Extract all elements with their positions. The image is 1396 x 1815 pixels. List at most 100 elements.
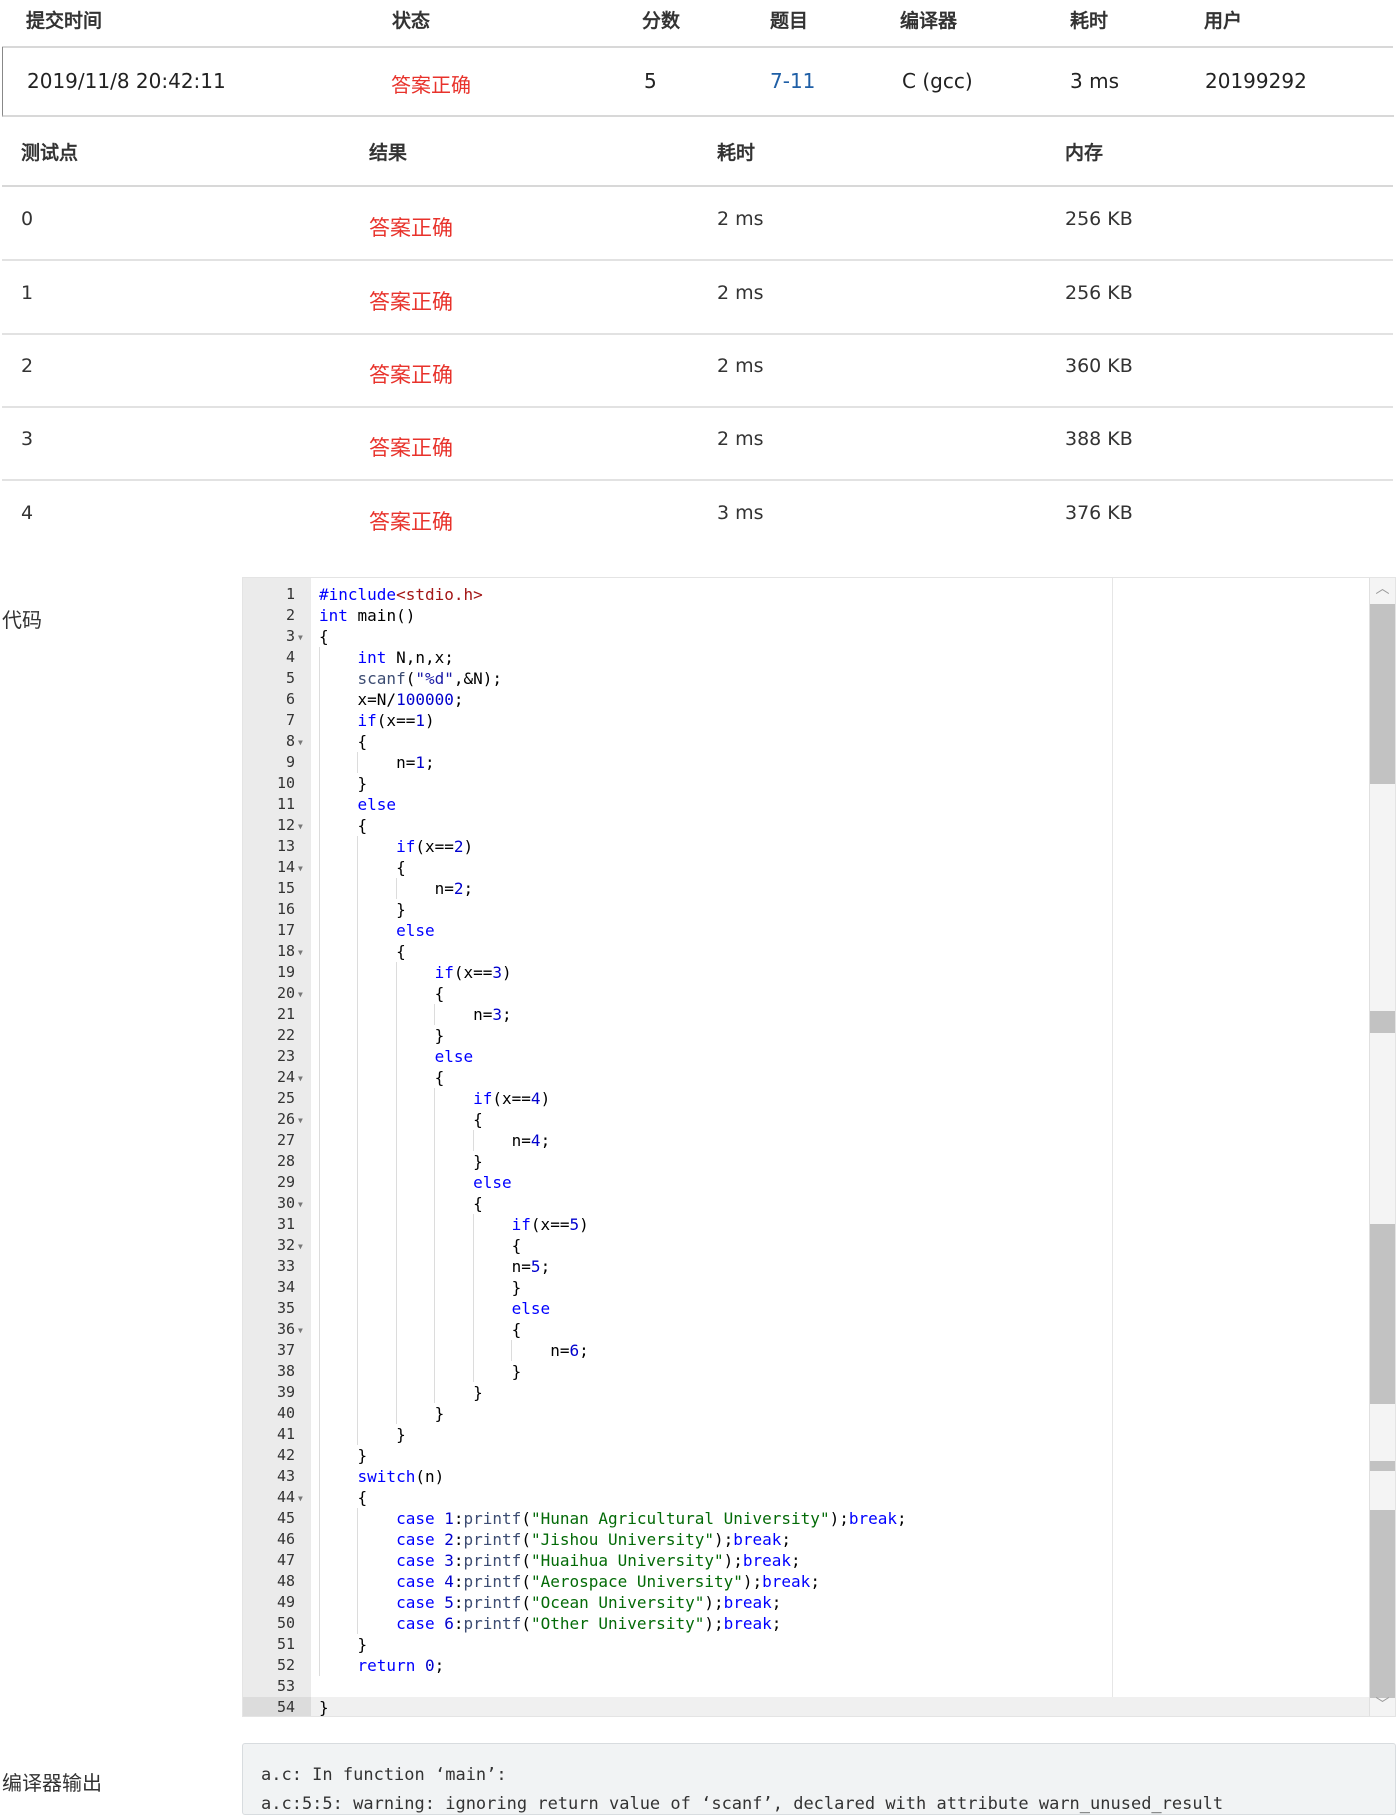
code-line[interactable]: 4 int N,n,x; [243,647,1395,668]
fold-toggle-icon[interactable]: ▼ [298,732,303,753]
code-text: n=3; [319,1005,512,1024]
code-line[interactable]: 54} [243,1697,1395,1716]
code-line[interactable]: 10 } [243,773,1395,794]
code-line[interactable]: 11 else [243,794,1395,815]
code-line[interactable]: 21 n=3; [243,1004,1395,1025]
code-line[interactable]: 12 ▼ { [243,815,1395,836]
compiler-output-box: a.c: In function ‘main’: a.c:5:5: warnin… [242,1743,1396,1815]
code-line[interactable]: 20 ▼ { [243,983,1395,1004]
code-line[interactable]: 14 ▼ { [243,857,1395,878]
line-number: 41 [276,1425,295,1443]
code-line[interactable]: 50 case 6:printf("Other University");bre… [243,1613,1395,1634]
code-line[interactable]: 46 case 2:printf("Jishou University");br… [243,1529,1395,1550]
fold-toggle-icon[interactable]: ▼ [298,816,303,837]
code-line[interactable]: 45 case 1:printf("Hunan Agricultural Uni… [243,1508,1395,1529]
code-line[interactable]: 16 } [243,899,1395,920]
vertical-scrollbar[interactable]: ︿ ﹀ [1369,578,1395,1716]
fold-toggle-icon[interactable]: ▼ [298,627,303,648]
line-number: 25 [276,1089,295,1107]
code-line[interactable]: 36 ▼ { [243,1319,1395,1340]
line-number: 8 [285,732,295,750]
code-line[interactable]: 27 n=4; [243,1130,1395,1151]
line-number: 1 [285,585,295,603]
code-text: switch(n) [357,1467,445,1486]
fold-toggle-icon[interactable]: ▼ [298,858,303,879]
line-number: 24 [276,1068,295,1086]
code-text: { [319,1320,522,1339]
scrollbar-thumb[interactable] [1370,604,1395,784]
line-number: 35 [276,1299,295,1317]
code-line[interactable]: 18 ▼ { [243,941,1395,962]
code-line[interactable]: 38 } [243,1361,1395,1382]
code-line[interactable]: 37 n=6; [243,1340,1395,1361]
line-number: 48 [276,1572,295,1590]
line-number: 45 [276,1509,295,1527]
code-line[interactable]: 5 scanf("%d",&N); [243,668,1395,689]
code-editor[interactable]: 1 #include<stdio.h> 2 int main() 3 ▼{4 int N,… [242,577,1396,1717]
scrollbar-marker [1370,1510,1395,1698]
line-number: 22 [276,1026,295,1044]
code-line[interactable]: 2 int main() [243,605,1395,626]
fold-toggle-icon[interactable]: ▼ [298,984,303,1005]
code-line[interactable]: 35 else [243,1298,1395,1319]
header-problem: 题目 [770,10,809,32]
code-line[interactable]: 33 n=5; [243,1256,1395,1277]
fold-toggle-icon[interactable]: ▼ [298,1488,303,1509]
code-line[interactable]: 44 ▼ { [243,1487,1395,1508]
problem-link[interactable]: 7-11 [770,69,815,93]
score-value: 5 [644,69,657,93]
code-line[interactable]: 24 ▼ { [243,1067,1395,1088]
code-line[interactable]: 25 if(x==4) [243,1088,1395,1109]
code-line[interactable]: 42 } [243,1445,1395,1466]
code-line[interactable]: 8 ▼ { [243,731,1395,752]
code-line[interactable]: 49 case 5:printf("Ocean University");bre… [243,1592,1395,1613]
code-line[interactable]: 6 x=N/100000; [243,689,1395,710]
code-line[interactable]: 51 } [243,1634,1395,1655]
code-line[interactable]: 15 n=2; [243,878,1395,899]
code-line[interactable]: 28 } [243,1151,1395,1172]
code-line[interactable]: 22 } [243,1025,1395,1046]
testpoint-id: 1 [21,282,34,304]
code-line[interactable]: 29 else [243,1172,1395,1193]
code-text: } [319,1383,483,1402]
scroll-down-icon[interactable]: ﹀ [1370,1694,1395,1716]
code-line[interactable]: 52 return 0; [243,1655,1395,1676]
code-line[interactable]: 39 } [243,1382,1395,1403]
code-line[interactable]: 43 switch(n) [243,1466,1395,1487]
fold-toggle-icon[interactable]: ▼ [298,1320,303,1341]
compiler-output-line: a.c:5:5: warning: ignoring return value … [261,1794,1224,1814]
code-line[interactable]: 41 } [243,1424,1395,1445]
code-line[interactable]: 53 [243,1676,1395,1697]
line-number: 44 [276,1488,295,1506]
code-text: } [319,900,406,919]
code-line[interactable]: 13 if(x==2) [243,836,1395,857]
fold-toggle-icon[interactable]: ▼ [298,1110,303,1131]
compiler-output-line: a.c: In function ‘main’: [261,1765,507,1785]
header-duration: 耗时 [1070,10,1109,32]
code-line[interactable]: 9 n=1; [243,752,1395,773]
code-line[interactable]: 30 ▼ { [243,1193,1395,1214]
line-number: 51 [276,1635,295,1653]
fold-toggle-icon[interactable]: ▼ [298,1194,303,1215]
fold-toggle-icon[interactable]: ▼ [298,1236,303,1257]
code-line[interactable]: 23 else [243,1046,1395,1067]
code-line[interactable]: 31 if(x==5) [243,1214,1395,1235]
code-text: return 0; [357,1656,445,1675]
line-number: 23 [276,1047,295,1065]
fold-toggle-icon[interactable]: ▼ [298,1068,303,1089]
code-line[interactable]: 17 else [243,920,1395,941]
code-text: int N,n,x; [357,648,454,667]
code-line[interactable]: 3 ▼ { [243,626,1395,647]
code-line[interactable]: 7 if(x==1) [243,710,1395,731]
code-line[interactable]: 48 case 4:printf("Aerospace University")… [243,1571,1395,1592]
code-line[interactable]: 26 ▼ { [243,1109,1395,1130]
code-line[interactable]: 32 ▼ { [243,1235,1395,1256]
code-line[interactable]: 19 if(x==3) [243,962,1395,983]
header-status: 状态 [392,10,431,32]
code-line[interactable]: 1 #include<stdio.h> [243,584,1395,605]
code-line[interactable]: 34 } [243,1277,1395,1298]
code-line[interactable]: 47 case 3:printf("Huaihua University");b… [243,1550,1395,1571]
code-line[interactable]: 40 } [243,1403,1395,1424]
fold-toggle-icon[interactable]: ▼ [298,942,303,963]
scroll-up-icon[interactable]: ︿ [1370,578,1395,600]
